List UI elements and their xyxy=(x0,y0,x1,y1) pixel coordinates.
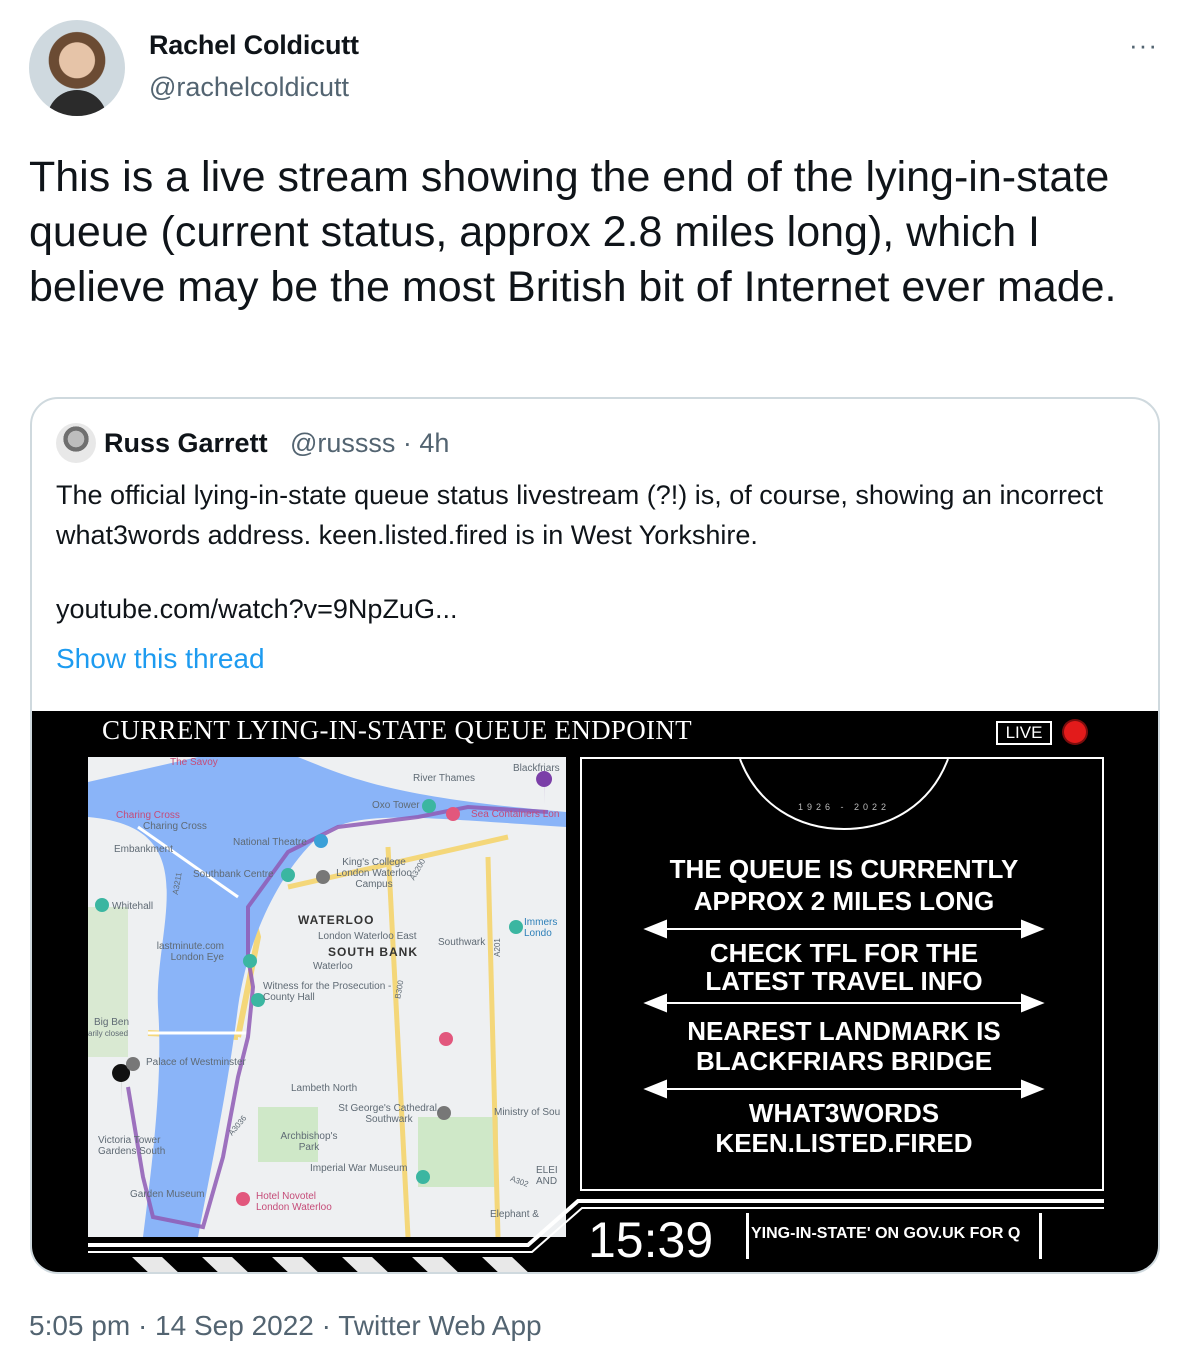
map-label: Hotel Novotel London Waterloo xyxy=(256,1191,332,1213)
author-name[interactable]: Rachel Coldicutt xyxy=(149,30,359,61)
map-label: WATERLOO xyxy=(298,913,375,927)
map-label: Imperial War Museum xyxy=(310,1163,408,1174)
queue-info-panel: 1926 - 2022 THE QUEUE IS CURRENTLY APPRO… xyxy=(580,757,1104,1191)
map-label: Witness for the Prosecution - County Hal… xyxy=(263,981,392,1003)
queue-length-line-1: THE QUEUE IS CURRENTLY xyxy=(669,854,1019,884)
queue-length-line-2: APPROX 2 MILES LONG xyxy=(693,886,995,916)
author-avatar[interactable] xyxy=(29,20,125,116)
quoted-tweet[interactable]: Russ Garrett @russss · 4h The official l… xyxy=(30,397,1160,1274)
map-label: Garden Museum xyxy=(130,1189,205,1200)
map-label: St George's Cathedral, Southwark xyxy=(338,1103,440,1125)
show-thread-link[interactable]: Show this thread xyxy=(56,643,265,675)
map-label: ELEI AND xyxy=(536,1165,558,1187)
info-ticker: YING-IN-STATE' ON GOV.UK FOR Q xyxy=(746,1213,1042,1259)
tweet-timestamp[interactable]: 5:05 pm · 14 Sep 2022 · Twitter Web App xyxy=(29,1310,542,1342)
map-label: Sea Containers Lon xyxy=(471,809,560,820)
map-label: Archbishop's Park xyxy=(280,1131,338,1153)
map-label: Palace of Westminster xyxy=(146,1057,246,1068)
stream-clock: 15:39 xyxy=(588,1212,714,1268)
tweet-text: This is a live stream showing the end of… xyxy=(29,153,1117,311)
quoted-youtube-link[interactable]: youtube.com/watch?v=9NpZuG... xyxy=(56,594,457,625)
map-label: A201 xyxy=(492,938,502,957)
map-label: Ministry of Sou xyxy=(494,1107,561,1118)
live-record-icon xyxy=(1064,721,1086,743)
quoted-author-name: Russ Garrett xyxy=(104,428,268,458)
tfl-line-2: LATEST TRAVEL INFO xyxy=(705,966,983,996)
landmark-line-1: NEAREST LANDMARK IS xyxy=(687,1016,1001,1046)
what3words-line-1: WHAT3WORDS xyxy=(748,1098,940,1128)
route-map: The Savoy River Thames Blackfriars Oxo T… xyxy=(88,757,566,1237)
map-label: Immers Londo xyxy=(524,917,558,939)
queue-start-pin xyxy=(112,1064,131,1104)
map-label: Charing Cross xyxy=(116,810,180,821)
map-label: lastminute.com London Eye xyxy=(156,941,224,963)
map-label: National Theatre xyxy=(233,837,307,848)
map-label: Southbank Centre xyxy=(193,869,274,880)
map-label: arily closed xyxy=(88,1029,129,1038)
author-handle[interactable]: @rachelcoldicutt xyxy=(149,72,349,103)
map-label: The Savoy xyxy=(170,757,218,768)
crest-years: 1926 - 2022 xyxy=(797,802,891,812)
map-label: Waterloo xyxy=(313,961,353,972)
more-options-icon[interactable]: ··· xyxy=(1129,30,1158,61)
map-label: Charing Cross xyxy=(143,821,207,832)
map-label: Elephant & xyxy=(490,1209,539,1220)
quoted-author-meta: @russss · 4h xyxy=(290,428,450,458)
map-label: Oxo Tower xyxy=(372,800,420,811)
map-label: Big Ben xyxy=(94,1017,130,1028)
ticker-text: YING-IN-STATE' ON GOV.UK FOR Q xyxy=(751,1225,1021,1242)
park-area xyxy=(418,1117,498,1187)
quoted-tweet-text: The official lying-in-state queue status… xyxy=(56,480,1103,550)
livestream-image[interactable]: CURRENT LYING-IN-STATE QUEUE ENDPOINT LI… xyxy=(32,711,1158,1272)
quoted-author-avatar xyxy=(56,423,96,463)
what3words-line-2: KEEN.LISTED.FIRED xyxy=(715,1128,973,1158)
tfl-line-1: CHECK TFL FOR THE xyxy=(709,938,979,968)
map-label: London Waterloo East xyxy=(318,931,417,942)
map-label: River Thames xyxy=(413,773,476,784)
map-label: Whitehall xyxy=(112,901,154,912)
map-label: Victoria Tower Gardens South xyxy=(98,1135,166,1157)
map-label: Embankment xyxy=(114,844,173,855)
crest-arch xyxy=(739,759,949,831)
live-badge: LIVE xyxy=(996,721,1052,745)
queue-end-pin xyxy=(536,771,553,805)
stream-title: CURRENT LYING-IN-STATE QUEUE ENDPOINT xyxy=(102,715,692,745)
map-label: Southwark xyxy=(438,937,486,948)
map-label: SOUTH BANK xyxy=(328,945,418,959)
map-label: Blackfriars xyxy=(513,763,560,774)
landmark-line-2: BLACKFRIARS BRIDGE xyxy=(695,1046,993,1076)
map-label: King's College London Waterloo Campus xyxy=(336,857,412,890)
map-label: Lambeth North xyxy=(291,1083,358,1094)
